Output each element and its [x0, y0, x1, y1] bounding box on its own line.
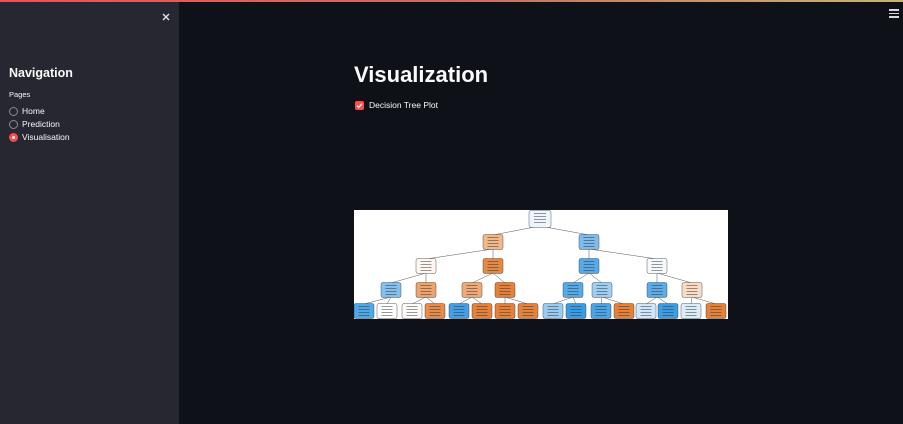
tree-node [517, 303, 539, 319]
tree-node [705, 303, 727, 319]
tree-node [494, 282, 516, 298]
tree-node [591, 282, 613, 298]
tree-node [578, 234, 600, 250]
tree-node [646, 282, 668, 298]
tree-edge [572, 272, 590, 284]
tree-node [424, 303, 446, 319]
tree-edge [492, 272, 506, 284]
radio-button[interactable] [9, 106, 18, 116]
tree-node [681, 282, 703, 298]
close-icon [162, 13, 170, 21]
radio-group-label: Pages [9, 90, 31, 99]
tree-edge [601, 296, 625, 305]
radio-option-prediction[interactable]: Prediction [9, 119, 60, 129]
check-icon [356, 102, 363, 108]
radio-button-selected[interactable] [9, 132, 18, 142]
decision-tree-image [353, 210, 727, 319]
radio-label: Visualisation [22, 132, 70, 142]
tree-node [613, 303, 635, 319]
tree-edge [425, 296, 436, 305]
tree-edge [411, 296, 427, 305]
tree-edge [471, 296, 483, 305]
checkbox-box[interactable] [355, 100, 364, 110]
tree-edge [690, 296, 693, 305]
hamburger-menu-icon [889, 9, 899, 18]
sidebar-title: Navigation [9, 66, 73, 80]
checkbox-label: Decision Tree Plot [369, 100, 438, 110]
tree-edge [471, 272, 494, 284]
tree-node [590, 303, 612, 319]
tree-edge [656, 296, 669, 305]
tree-node [528, 210, 552, 228]
decision-tree-checkbox[interactable]: Decision Tree Plot [355, 100, 438, 110]
tree-edge [600, 296, 603, 305]
sidebar: Navigation Pages Home Prediction Visuali… [0, 2, 179, 424]
tree-node [380, 282, 402, 298]
tree-node [680, 303, 702, 319]
tree-node [494, 303, 516, 319]
tree-node [415, 282, 437, 298]
close-sidebar-button[interactable] [158, 9, 174, 25]
decision-tree-plot [353, 210, 728, 319]
tree-node [646, 258, 668, 274]
tree-edge [645, 296, 658, 305]
tree-node [562, 282, 584, 298]
tree-node [448, 303, 470, 319]
tree-edge [572, 296, 577, 305]
main-menu-button[interactable] [889, 9, 899, 18]
page-title: Visualization [354, 62, 489, 87]
tree-edge [390, 272, 427, 284]
tree-node [565, 303, 587, 319]
tree-edge [458, 296, 473, 305]
tree-edge [588, 248, 658, 260]
tree-node [657, 303, 679, 319]
radio-option-home[interactable]: Home [9, 106, 45, 116]
tree-edge [588, 272, 603, 284]
tree-edge [504, 296, 529, 305]
radio-label: Home [22, 106, 45, 116]
radio-label: Prediction [22, 119, 60, 129]
tree-edge [656, 272, 693, 284]
tree-edge [425, 248, 494, 260]
tree-node [401, 303, 423, 319]
tree-edge [363, 296, 392, 305]
radio-button[interactable] [9, 119, 18, 129]
tree-node [461, 282, 483, 298]
radio-option-visualisation[interactable]: Visualisation [9, 132, 70, 142]
tree-node [415, 258, 437, 274]
tree-edge [691, 296, 717, 305]
tree-node [471, 303, 493, 319]
tree-node [482, 258, 504, 274]
tree-node [635, 303, 657, 319]
tree-node [578, 258, 600, 274]
tree-node [482, 234, 504, 250]
tree-node [376, 303, 398, 319]
tree-edge [552, 296, 574, 305]
tree-node [542, 303, 564, 319]
tree-node [353, 303, 375, 319]
